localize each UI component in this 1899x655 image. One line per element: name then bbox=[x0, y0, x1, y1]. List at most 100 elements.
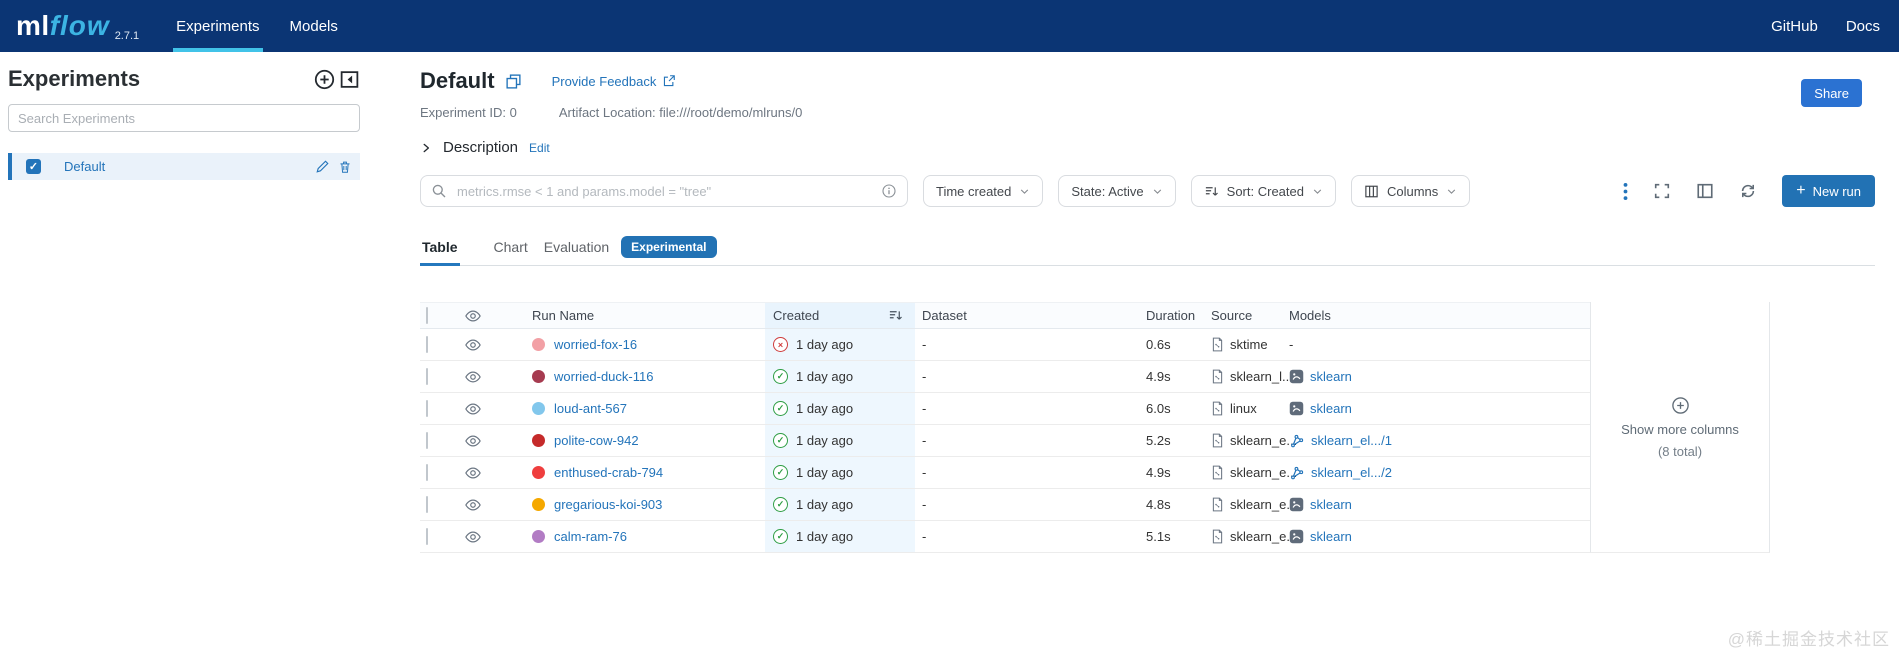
runs-table-body: worried-fox-16 × 1 day ago - 0.6s sktime… bbox=[420, 329, 1590, 553]
row-checkbox[interactable] bbox=[426, 368, 428, 385]
model-link-wrap[interactable]: sklearn_el.../2 bbox=[1289, 465, 1392, 481]
run-status-icon: ✓ bbox=[773, 433, 788, 448]
experiment-name-link[interactable]: Default bbox=[64, 159, 307, 174]
copy-experiment-name-button[interactable] bbox=[505, 73, 522, 90]
run-name-link[interactable]: worried-duck-116 bbox=[554, 369, 653, 384]
description-expand-button[interactable] bbox=[420, 142, 432, 154]
chevron-down-icon bbox=[1153, 188, 1161, 194]
trash-icon bbox=[340, 161, 350, 173]
toggle-side-panel-button[interactable] bbox=[1696, 182, 1714, 200]
model-link[interactable]: sklearn bbox=[1310, 369, 1352, 384]
row-checkbox[interactable] bbox=[426, 432, 428, 449]
experiment-list-item-default[interactable]: ✓ Default bbox=[8, 153, 360, 180]
run-name-link[interactable]: calm-ram-76 bbox=[554, 529, 627, 544]
visibility-eye-icon bbox=[465, 531, 481, 542]
tab-evaluation[interactable]: Evaluation bbox=[542, 232, 611, 265]
runs-search-box[interactable] bbox=[420, 175, 908, 207]
collapse-sidebar-button[interactable] bbox=[339, 69, 360, 90]
runs-table-header: Run Name Created Dataset Duration Source… bbox=[420, 302, 1590, 329]
column-header-dataset[interactable]: Dataset bbox=[915, 308, 1140, 323]
column-header-source[interactable]: Source bbox=[1205, 308, 1283, 323]
run-name-link[interactable]: polite-cow-942 bbox=[554, 433, 639, 448]
model-link-wrap[interactable]: sklearn bbox=[1289, 529, 1352, 544]
nav-tab-models[interactable]: Models bbox=[275, 0, 353, 52]
column-header-created[interactable]: Created bbox=[765, 303, 915, 328]
run-color-dot bbox=[532, 466, 545, 479]
model-link[interactable]: sklearn bbox=[1310, 529, 1352, 544]
collapse-panel-icon bbox=[340, 70, 359, 88]
more-options-button[interactable] bbox=[1623, 182, 1628, 201]
rename-experiment-button[interactable] bbox=[315, 159, 330, 174]
source-file-icon bbox=[1212, 369, 1223, 384]
model-link[interactable]: sklearn_el.../2 bbox=[1311, 465, 1392, 480]
models-cell: sklearn bbox=[1283, 529, 1590, 544]
state-filter-button[interactable]: State: Active bbox=[1058, 175, 1176, 207]
row-visibility-toggle[interactable] bbox=[456, 496, 490, 514]
model-link[interactable]: sklearn bbox=[1310, 401, 1352, 416]
model-link[interactable]: sklearn_el.../1 bbox=[1311, 433, 1392, 448]
model-link-wrap[interactable]: sklearn bbox=[1289, 401, 1352, 416]
nav-tab-experiments[interactable]: Experiments bbox=[161, 0, 274, 52]
nav-link-github[interactable]: GitHub bbox=[1757, 0, 1832, 52]
show-more-columns-button[interactable]: Show more columns (8 total) bbox=[1590, 302, 1770, 553]
run-name-link[interactable]: worried-fox-16 bbox=[554, 337, 637, 352]
row-visibility-toggle[interactable] bbox=[456, 400, 490, 418]
columns-button[interactable]: Columns bbox=[1350, 175, 1471, 207]
created-cell-text: 1 day ago bbox=[796, 497, 854, 512]
dataset-cell: - bbox=[922, 465, 927, 480]
source-cell: sklearn_e... bbox=[1205, 465, 1297, 480]
row-visibility-toggle[interactable] bbox=[456, 464, 490, 482]
row-checkbox[interactable] bbox=[426, 400, 428, 417]
nav-link-docs[interactable]: Docs bbox=[1832, 0, 1899, 52]
column-header-models[interactable]: Models bbox=[1283, 308, 1590, 323]
column-header-duration[interactable]: Duration bbox=[1140, 308, 1205, 323]
new-run-button-label: New run bbox=[1812, 183, 1861, 199]
refresh-button[interactable] bbox=[1739, 182, 1757, 200]
table-row: enthused-crab-794 ✓ 1 day ago - 4.9s skl… bbox=[420, 457, 1590, 489]
runs-filter-input[interactable] bbox=[455, 182, 873, 200]
sidebar-title: Experiments bbox=[8, 66, 141, 91]
sort-button[interactable]: Sort: Created bbox=[1190, 175, 1336, 207]
show-more-columns-label: Show more columns bbox=[1621, 421, 1739, 437]
provide-feedback-link[interactable]: Provide Feedback bbox=[552, 74, 677, 89]
column-header-run-name[interactable]: Run Name bbox=[490, 308, 765, 323]
run-name-link[interactable]: loud-ant-567 bbox=[554, 401, 627, 416]
fullscreen-button[interactable] bbox=[1653, 182, 1671, 200]
plus-circle-icon bbox=[314, 69, 335, 89]
select-all-checkbox[interactable] bbox=[426, 307, 428, 324]
time-created-filter-label: Time created bbox=[936, 183, 1012, 199]
description-edit-link[interactable]: Edit bbox=[529, 141, 550, 155]
share-button[interactable]: Share bbox=[1801, 79, 1862, 107]
model-link-wrap[interactable]: sklearn bbox=[1289, 369, 1352, 384]
tab-table[interactable]: Table bbox=[420, 232, 460, 266]
tab-chart[interactable]: Chart bbox=[492, 232, 530, 265]
delete-experiment-button[interactable] bbox=[338, 160, 352, 174]
row-visibility-toggle[interactable] bbox=[456, 432, 490, 450]
experiment-checkbox[interactable]: ✓ bbox=[26, 159, 41, 174]
row-visibility-toggle[interactable] bbox=[456, 336, 490, 354]
row-checkbox[interactable] bbox=[426, 464, 428, 481]
duration-cell: 4.8s bbox=[1146, 497, 1171, 512]
experiment-search-input[interactable] bbox=[8, 104, 360, 132]
visibility-eye-icon bbox=[465, 339, 481, 350]
model-link-wrap[interactable]: sklearn bbox=[1289, 497, 1352, 512]
run-name-link[interactable]: enthused-crab-794 bbox=[554, 465, 663, 480]
run-status-icon: ✓ bbox=[773, 401, 788, 416]
created-cell-text: 1 day ago bbox=[796, 433, 854, 448]
visibility-eye-icon bbox=[465, 467, 481, 478]
row-visibility-toggle[interactable] bbox=[456, 368, 490, 386]
duration-cell: 5.1s bbox=[1146, 529, 1171, 544]
time-created-filter-button[interactable]: Time created bbox=[923, 175, 1044, 207]
create-experiment-button[interactable] bbox=[314, 69, 335, 90]
source-name: sktime bbox=[1230, 337, 1268, 352]
new-run-button[interactable]: + New run bbox=[1782, 175, 1875, 207]
row-visibility-toggle[interactable] bbox=[456, 528, 490, 546]
model-link-wrap[interactable]: sklearn_el.../1 bbox=[1289, 433, 1392, 449]
row-checkbox[interactable] bbox=[426, 528, 428, 545]
dots-vertical-icon bbox=[1623, 182, 1628, 200]
row-checkbox[interactable] bbox=[426, 336, 428, 353]
model-link[interactable]: sklearn bbox=[1310, 497, 1352, 512]
row-checkbox[interactable] bbox=[426, 496, 428, 513]
mlflow-logo[interactable]: ml flow 2.7.1 bbox=[0, 0, 161, 52]
run-name-link[interactable]: gregarious-koi-903 bbox=[554, 497, 662, 512]
